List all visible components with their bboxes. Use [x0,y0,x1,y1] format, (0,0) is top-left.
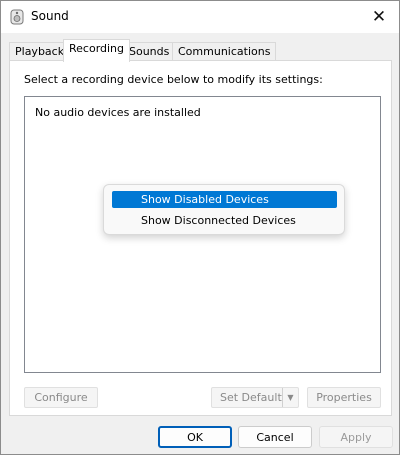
sound-dialog: Sound ✕ Playback Recording Sounds Commun… [0,0,400,455]
chevron-down-icon: ▼ [287,393,294,402]
context-menu: Show Disabled Devices Show Disconnected … [103,184,345,235]
close-button[interactable]: ✕ [359,1,399,33]
menu-item-show-disconnected-devices[interactable]: Show Disconnected Devices [112,212,337,229]
tab-communications[interactable]: Communications [172,42,277,61]
tab-recording[interactable]: Recording [63,39,131,62]
instruction-label: Select a recording device below to modif… [24,73,323,86]
empty-list-message: No audio devices are installed [35,106,201,119]
set-default-dropdown-arrow[interactable]: ▼ [282,388,298,407]
set-default-split-button[interactable]: Set Default ▼ [211,387,299,408]
recording-panel: Select a recording device below to modif… [9,60,392,416]
ok-button[interactable]: OK [158,426,232,448]
window-title: Sound [31,9,69,23]
set-default-label: Set Default [220,391,282,404]
speaker-icon [10,9,24,25]
properties-button[interactable]: Properties [307,387,381,408]
tab-sounds[interactable]: Sounds [123,42,176,61]
configure-button[interactable]: Configure [24,387,98,408]
cancel-button[interactable]: Cancel [238,426,312,448]
tab-playback[interactable]: Playback [9,42,71,61]
close-icon: ✕ [371,7,387,27]
title-bar[interactable]: Sound ✕ [1,1,399,33]
menu-item-show-disabled-devices[interactable]: Show Disabled Devices [112,191,337,208]
apply-button[interactable]: Apply [319,426,393,448]
